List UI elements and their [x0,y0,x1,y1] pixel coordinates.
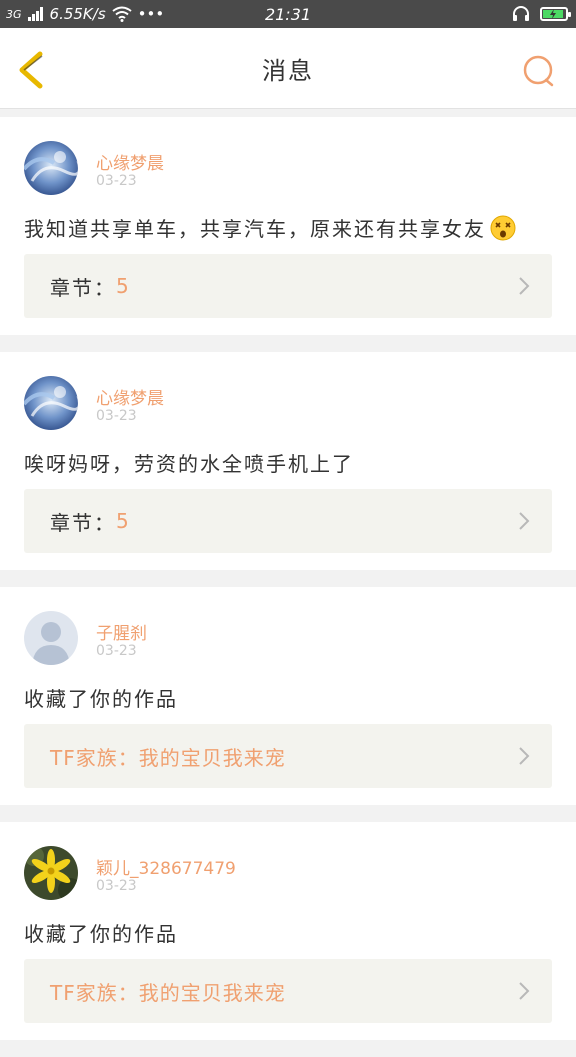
message-body: 唉呀妈呀，劳资的水全喷手机上了 [24,452,354,476]
message-date: 03-23 [96,408,137,424]
avatar[interactable] [24,376,78,430]
chapter-link[interactable]: 章节： 5 [24,489,552,553]
message-date: 03-23 [96,643,137,659]
avatar[interactable] [24,846,78,900]
avatar[interactable] [24,611,78,665]
message-card: 颖儿_328677479 03-23 收藏了你的作品 TF家族：我的宝贝我来宠 [0,822,576,1040]
chapter-number: 5 [116,509,129,533]
work-link[interactable]: TF家族：我的宝贝我来宠 [24,724,552,788]
message-body: 收藏了你的作品 [24,922,178,946]
header-bar: 消息 [0,28,576,109]
message-body: 收藏了你的作品 [24,687,178,711]
chapter-label: 章节： [50,510,116,535]
message-card: 心缘梦晨 03-23 我知道共享单车，共享汽车，原来还有共享女友 章节： 5 [0,117,576,335]
dizzy-face-emoji-icon [490,215,516,240]
clock: 21:31 [264,4,312,24]
message-date: 03-23 [96,878,137,894]
message-text: 我知道共享单车，共享汽车，原来还有共享女友 [24,213,516,242]
back-icon[interactable] [14,50,48,90]
message-card: 心缘梦晨 03-23 唉呀妈呀，劳资的水全喷手机上了 章节： 5 [0,352,576,570]
chapter-number: 5 [116,274,129,298]
message-text: 唉呀妈呀，劳资的水全喷手机上了 [24,448,354,477]
message-text: 收藏了你的作品 [24,918,178,947]
user-name[interactable]: 心缘梦晨 [96,149,164,174]
avatar[interactable] [24,141,78,195]
chevron-right-icon [519,512,530,530]
search-icon[interactable] [522,54,556,88]
work-title: TF家族：我的宝贝我来宠 [50,745,286,770]
chevron-right-icon [519,277,530,295]
work-link[interactable]: TF家族：我的宝贝我来宠 [24,959,552,1023]
user-name[interactable]: 颖儿_328677479 [96,854,236,879]
headphones-icon [513,6,529,21]
chevron-right-icon [519,982,530,1000]
chapter-link[interactable]: 章节： 5 [24,254,552,318]
message-list: 心缘梦晨 03-23 我知道共享单车，共享汽车，原来还有共享女友 章节： 5 心… [0,117,576,1057]
user-name[interactable]: 子腥刹 [96,619,147,644]
work-title: TF家族：我的宝贝我来宠 [50,980,286,1005]
chapter-label: 章节： [50,275,116,300]
battery-icon [540,7,571,21]
message-card: 子腥刹 03-23 收藏了你的作品 TF家族：我的宝贝我来宠 [0,587,576,805]
page-title: 消息 [262,56,314,85]
message-date: 03-23 [96,173,137,189]
user-name[interactable]: 心缘梦晨 [96,384,164,409]
message-text: 收藏了你的作品 [24,683,178,712]
chevron-right-icon [519,747,530,765]
message-body: 我知道共享单车，共享汽车，原来还有共享女友 [24,217,486,241]
status-bar: 3G 6.55K/s ••• 21:31 [0,0,576,28]
